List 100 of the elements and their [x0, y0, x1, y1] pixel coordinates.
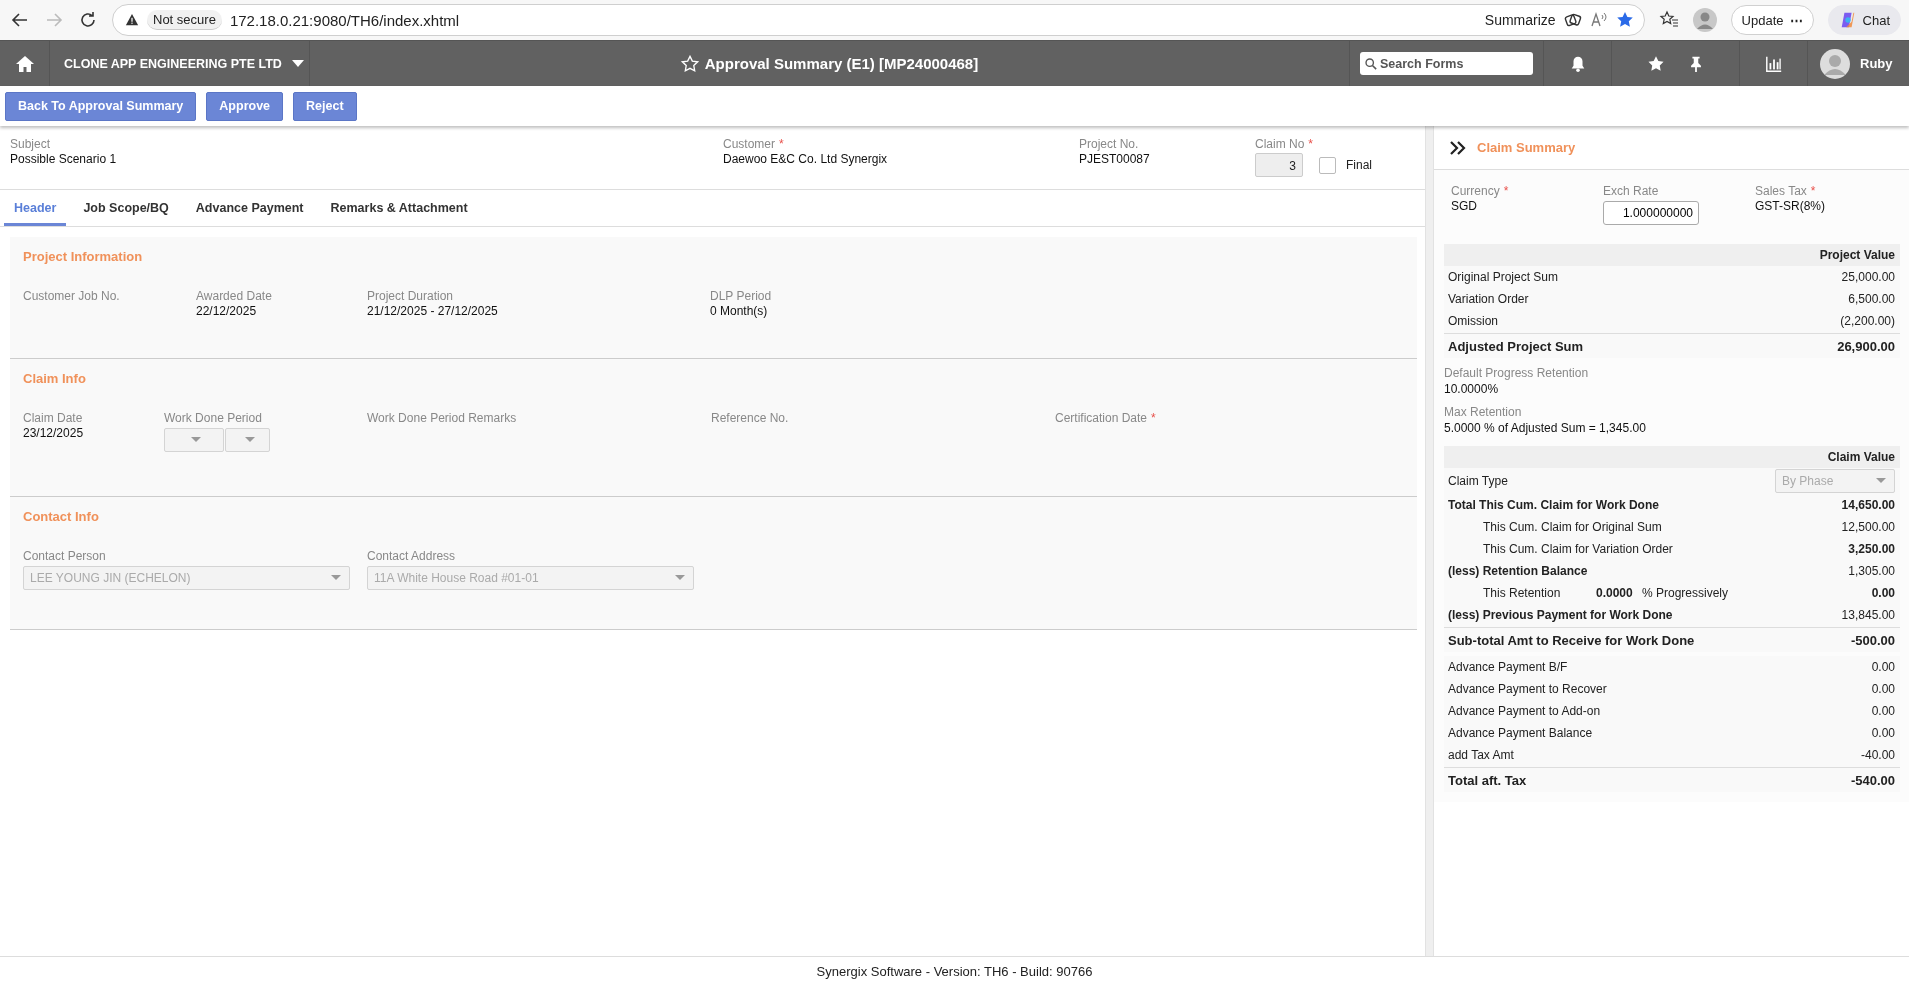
field-label: Project Duration — [367, 289, 455, 304]
row-label: Advance Payment B/F — [1448, 660, 1569, 674]
field-value: Daewoo E&C Co. Ltd Synergix — [723, 152, 889, 167]
approve-button[interactable]: Approve — [206, 91, 284, 121]
address-bar[interactable]: Not secure 172.18.0.21:9080/TH6/index.xhtml Summarize — [112, 4, 1645, 36]
field-label: Claim Date — [23, 411, 84, 426]
row-value: 1,305.00 — [1848, 564, 1895, 578]
column-header: Claim Value — [1444, 446, 1900, 468]
field-value: 21/12/2025 - 27/12/2025 — [367, 304, 499, 319]
row-label: (less) Retention Balance — [1448, 564, 1589, 578]
retention-unit: % Progressively — [1641, 586, 1730, 600]
rate-field[interactable]: 1.000000000 — [1603, 201, 1699, 225]
avatar-icon[interactable] — [1820, 48, 1850, 79]
page-title: Approval Summary (E1) [MP24000468] — [704, 55, 979, 72]
row-value: (2,200.00) — [1840, 314, 1895, 328]
field-label: Contact Address — [367, 549, 457, 564]
update-button[interactable]: Update ⋯ — [1730, 5, 1814, 35]
field-label: Work Done Period — [164, 411, 263, 426]
dropdown-arrow-icon — [245, 437, 255, 443]
field-label: Max Retention — [1444, 405, 1523, 420]
column-header: Project Value — [1444, 244, 1900, 266]
field-label: DLP Period — [710, 289, 773, 304]
field-value: 22/12/2025 — [196, 304, 258, 319]
double-chevron-icon[interactable] — [1449, 139, 1467, 156]
checkbox-label: Final — [1346, 158, 1372, 172]
row-label: (less) Previous Payment for Work Done — [1448, 608, 1674, 622]
tab[interactable]: Job Scope/BQ — [73, 190, 179, 226]
row-value: -40.00 — [1860, 748, 1895, 762]
field-label: Certification Date — [1055, 411, 1148, 425]
row-label: Adjusted Project Sum — [1448, 338, 1585, 354]
panel-title: Claim Summary — [1477, 140, 1576, 155]
dropdown-arrow-icon — [1876, 478, 1886, 484]
chat-button[interactable]: Chat — [1827, 5, 1901, 35]
row-label: Variation Order — [1448, 292, 1530, 306]
field-value: 10.0000% — [1444, 382, 1500, 397]
star-icon[interactable] — [1646, 54, 1665, 73]
section-title: Project Information — [23, 249, 144, 264]
read-aloud-icon[interactable] — [1589, 11, 1608, 29]
section-title: Claim Info — [23, 371, 87, 386]
profile-icon[interactable] — [1692, 8, 1717, 32]
warning-icon — [125, 13, 139, 27]
row-value: 26,900.00 — [1837, 338, 1895, 354]
tab[interactable]: Advance Payment — [185, 190, 314, 226]
favorites-icon[interactable] — [1658, 10, 1679, 30]
back-button[interactable]: Back To Approval Summary — [5, 91, 197, 121]
reload-icon[interactable] — [78, 10, 98, 30]
footer-text: Synergix Software - Version: TH6 - Build: 90766 — [816, 964, 1093, 979]
row-value: -500.00 — [1850, 632, 1895, 648]
row-label: Sub-total Amt to Receive for Work Done — [1448, 632, 1696, 648]
company-selector[interactable]: CLONE APP ENGINEERING PTE LTD — [50, 41, 310, 86]
row-value: -540.00 — [1850, 772, 1895, 788]
dropdown-arrow-icon — [331, 575, 341, 581]
claim-number-field[interactable]: 3 — [1255, 153, 1303, 177]
field-label: Default Progress Retention — [1444, 366, 1590, 381]
security-label: Not secure — [147, 10, 222, 30]
row-value: 6,500.00 — [1848, 292, 1895, 306]
search-icon — [1365, 58, 1377, 70]
summarize-label[interactable]: Summarize — [1484, 12, 1556, 28]
reject-button[interactable]: Reject — [293, 91, 357, 121]
required-mark: * — [779, 137, 784, 151]
tab[interactable]: Header — [4, 190, 67, 226]
row-label: Advance Payment Balance — [1448, 726, 1594, 740]
field-label: Project No. — [1079, 137, 1140, 152]
user-name[interactable]: Ruby — [1860, 56, 1893, 71]
bar-chart-icon[interactable] — [1764, 54, 1783, 73]
summarize-icon[interactable] — [1563, 11, 1582, 29]
section-title: Contact Info — [23, 509, 100, 524]
field-label: Sales Tax — [1755, 184, 1807, 198]
row-value: 14,650.00 — [1841, 498, 1895, 512]
caret-icon — [291, 59, 304, 68]
row-value: 0.00 — [1871, 586, 1895, 600]
row-label: Omission — [1448, 314, 1499, 328]
row-value: 3,250.00 — [1848, 542, 1895, 556]
row-value: 25,000.00 — [1841, 270, 1895, 284]
field-value: 23/12/2025 — [23, 426, 85, 441]
row-label: Claim Type — [1448, 474, 1509, 488]
retention-rate: 0.0000 — [1596, 586, 1634, 600]
required-mark: * — [1810, 184, 1816, 198]
search-field[interactable]: Search Forms — [1360, 52, 1533, 75]
row-label: This Cum. Claim for Variation Order — [1482, 542, 1674, 556]
field-label: Customer Job No. — [23, 289, 121, 304]
row-label: Total This Cum. Claim for Work Done — [1448, 498, 1660, 512]
row-value: 0.00 — [1871, 726, 1895, 740]
row-label: add Tax Amt — [1448, 748, 1515, 762]
checkbox[interactable] — [1319, 156, 1336, 174]
field-label: Awarded Date — [196, 289, 273, 304]
row-value: 13,845.00 — [1841, 608, 1895, 622]
row-label: Original Project Sum — [1448, 270, 1560, 284]
field-label: Contact Person — [23, 549, 107, 564]
star-outline-icon[interactable] — [680, 54, 699, 73]
star-icon[interactable] — [1615, 11, 1634, 29]
row-label: This Cum. Claim for Original Sum — [1482, 520, 1663, 534]
row-value: 0.00 — [1871, 704, 1895, 718]
field-value: SGD — [1451, 199, 1478, 214]
row-value: 0.00 — [1871, 660, 1895, 674]
row-label: Total aft. Tax — [1448, 772, 1528, 788]
dropdown-arrow-icon — [675, 575, 685, 581]
tab[interactable]: Remarks & Attachment — [320, 190, 478, 226]
field-label: Claim No — [1255, 137, 1305, 151]
home-icon — [14, 53, 35, 74]
